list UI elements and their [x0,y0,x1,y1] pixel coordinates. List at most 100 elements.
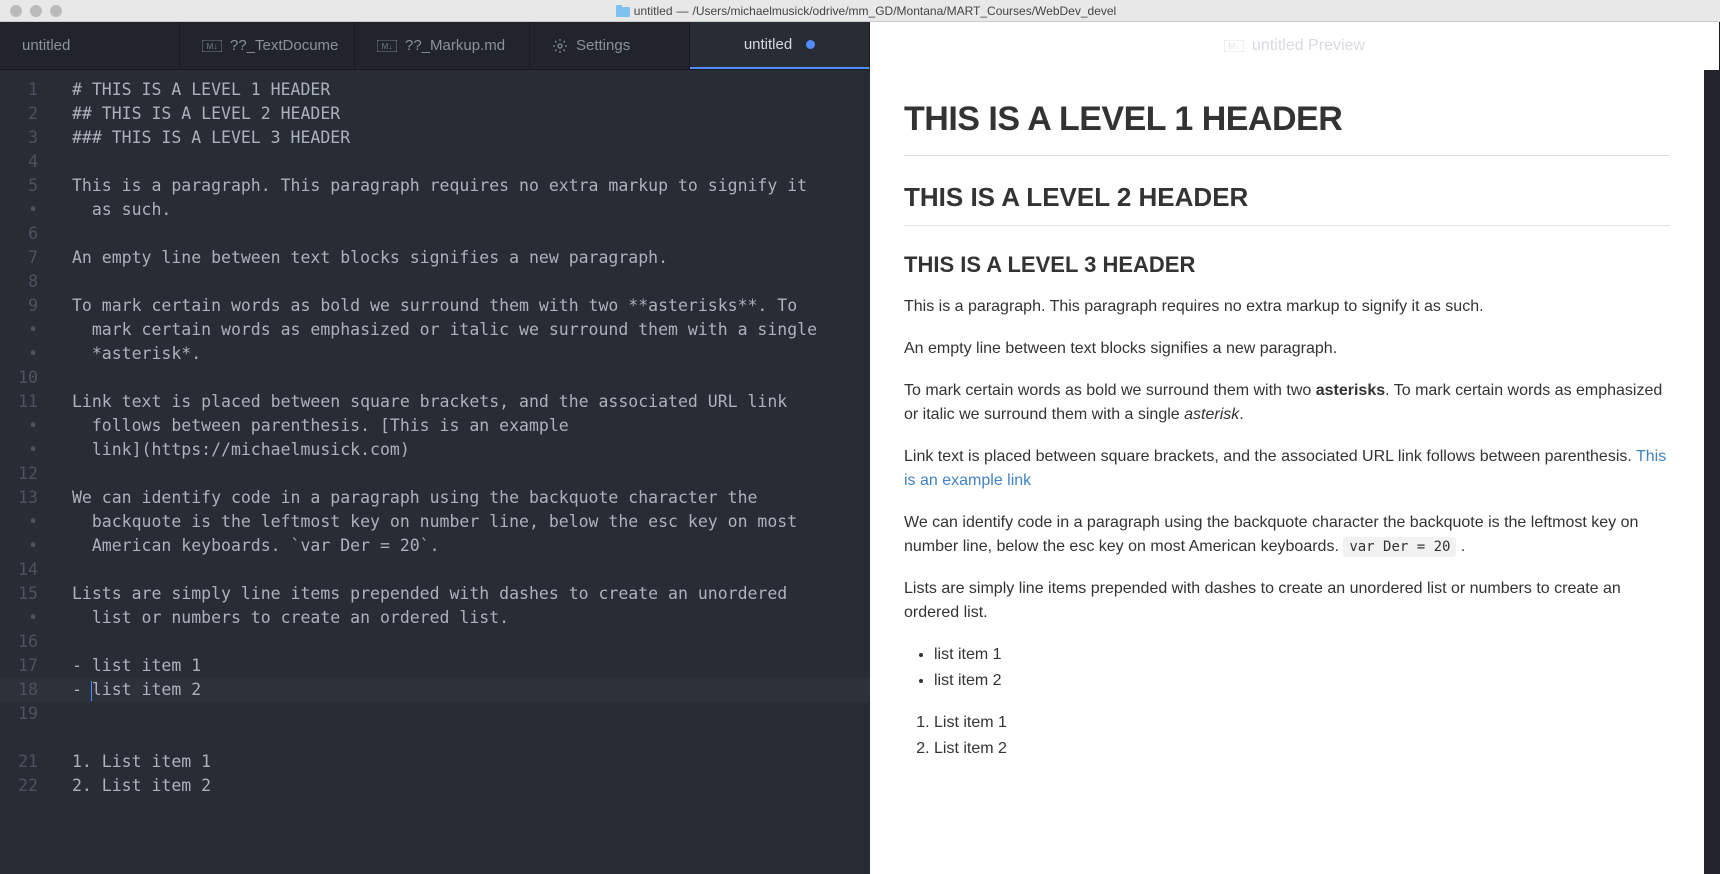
code-line[interactable] [72,726,870,750]
preview-scrollbar[interactable] [1704,70,1720,874]
minimize-window-button[interactable] [30,5,42,17]
code-line[interactable]: Link text is placed between square brack… [72,390,870,414]
code-line[interactable]: An empty line between text blocks signif… [72,246,870,270]
line-gutter: 12345•6789••1011••1213••1415•16171819212… [0,70,52,874]
code-line[interactable] [72,366,870,390]
line-number: 6 [0,222,52,246]
line-number: 7 [0,246,52,270]
code-line[interactable]: backquote is the leftmost key on number … [72,510,870,534]
tab-preview[interactable]: M↓ untitled Preview [870,22,1720,70]
code-line[interactable]: - list item 1 [72,654,870,678]
code-line[interactable]: mark certain words as emphasized or ital… [72,318,870,342]
line-number: • [0,342,52,366]
folder-icon [616,5,630,17]
code-line[interactable]: American keyboards. `var Der = 20`. [72,534,870,558]
code-line[interactable]: 2. List item 2 [72,774,870,798]
code-line[interactable]: Lists are simply line items prepended wi… [72,582,870,606]
line-number: 5 [0,174,52,198]
window-title-sep: — [677,4,689,18]
svg-text:M↓: M↓ [207,42,218,51]
markdown-icon: M↓ [202,40,222,52]
line-number: 22 [0,774,52,798]
editor-pane[interactable]: 12345•6789••1011••1213••1415•16171819212… [0,70,870,874]
line-number: 1 [0,78,52,102]
tab-bar: untitled M↓ ??_TextDocume M↓ ??_Markup.m… [0,22,1720,70]
code-line[interactable]: This is a paragraph. This paragraph requ… [72,174,870,198]
tab-label: Settings [576,37,630,54]
preview-paragraph: Lists are simply line items prepended wi… [904,577,1670,625]
code-line[interactable] [72,702,870,726]
dirty-indicator-icon [806,40,815,49]
line-number: 9 [0,294,52,318]
tab-untitled-1[interactable]: untitled [0,22,180,69]
code-line[interactable]: # THIS IS A LEVEL 1 HEADER [72,78,870,102]
gear-icon [552,38,568,54]
line-number: • [0,534,52,558]
code-line[interactable]: - list item 2 [72,678,870,702]
preview-italic: asterisk [1184,406,1239,423]
line-number: 16 [0,630,52,654]
window-title: untitled — /Users/michaelmusick/odrive/m… [72,4,1660,18]
window-title-file: untitled [634,4,673,18]
line-number: 10 [0,366,52,390]
code-line[interactable] [72,558,870,582]
code-line[interactable]: link](https://michaelmusick.com) [72,438,870,462]
markdown-icon: M↓ [1224,40,1244,52]
svg-text:M↓: M↓ [1229,42,1240,51]
code-line[interactable]: We can identify code in a paragraph usin… [72,486,870,510]
line-number: 3 [0,126,52,150]
code-line[interactable]: as such. [72,198,870,222]
preview-unordered-list: list item 1 list item 2 [934,643,1670,693]
code-area[interactable]: # THIS IS A LEVEL 1 HEADER## THIS IS A L… [52,70,870,874]
tab-label: ??_TextDocume [230,37,338,54]
zoom-window-button[interactable] [50,5,62,17]
code-line[interactable]: *asterisk*. [72,342,870,366]
markdown-preview-pane[interactable]: THIS IS A LEVEL 1 HEADER THIS IS A LEVEL… [870,70,1704,874]
tab-markup-md[interactable]: M↓ ??_Markup.md [355,22,530,69]
main-split: 12345•6789••1011••1213••1415•16171819212… [0,70,1720,874]
traffic-lights [0,5,62,17]
code-line[interactable] [72,462,870,486]
close-window-button[interactable] [10,5,22,17]
line-number: 12 [0,462,52,486]
preview-paragraph: We can identify code in a paragraph usin… [904,511,1670,559]
list-item: List item 1 [934,711,1670,735]
list-item: list item 2 [934,669,1670,693]
tab-label: ??_Markup.md [405,37,505,54]
line-number: • [0,510,52,534]
preview-bold: asterisks [1316,382,1385,399]
code-line[interactable]: ## THIS IS A LEVEL 2 HEADER [72,102,870,126]
code-line[interactable]: list or numbers to create an ordered lis… [72,606,870,630]
code-line[interactable]: 1. List item 1 [72,750,870,774]
tab-settings[interactable]: Settings [530,22,690,69]
line-number: 8 [0,270,52,294]
code-line[interactable]: To mark certain words as bold we surroun… [72,294,870,318]
code-line[interactable] [72,270,870,294]
line-number: 11 [0,390,52,414]
line-number: • [0,198,52,222]
preview-paragraph: Link text is placed between square brack… [904,445,1670,493]
line-number: 18 [0,678,52,702]
window-titlebar: untitled — /Users/michaelmusick/odrive/m… [0,0,1720,22]
line-number [0,726,52,750]
line-number: 14 [0,558,52,582]
list-item: list item 1 [934,643,1670,667]
code-line[interactable] [72,222,870,246]
line-number: 21 [0,750,52,774]
tab-untitled-active[interactable]: untitled [690,22,870,69]
code-line[interactable]: ### THIS IS A LEVEL 3 HEADER [72,126,870,150]
code-line[interactable]: follows between parenthesis. [This is an… [72,414,870,438]
line-number: 4 [0,150,52,174]
line-number: 13 [0,486,52,510]
line-number: • [0,318,52,342]
svg-text:M↓: M↓ [382,42,393,51]
markdown-icon: M↓ [377,40,397,52]
preview-paragraph: To mark certain words as bold we surroun… [904,379,1670,427]
code-line[interactable] [72,150,870,174]
line-number: 15 [0,582,52,606]
preview-paragraph: This is a paragraph. This paragraph requ… [904,295,1670,319]
line-number: 2 [0,102,52,126]
preview-inline-code: var Der = 20 [1343,537,1456,557]
tab-textdocument[interactable]: M↓ ??_TextDocume [180,22,355,69]
code-line[interactable] [72,630,870,654]
